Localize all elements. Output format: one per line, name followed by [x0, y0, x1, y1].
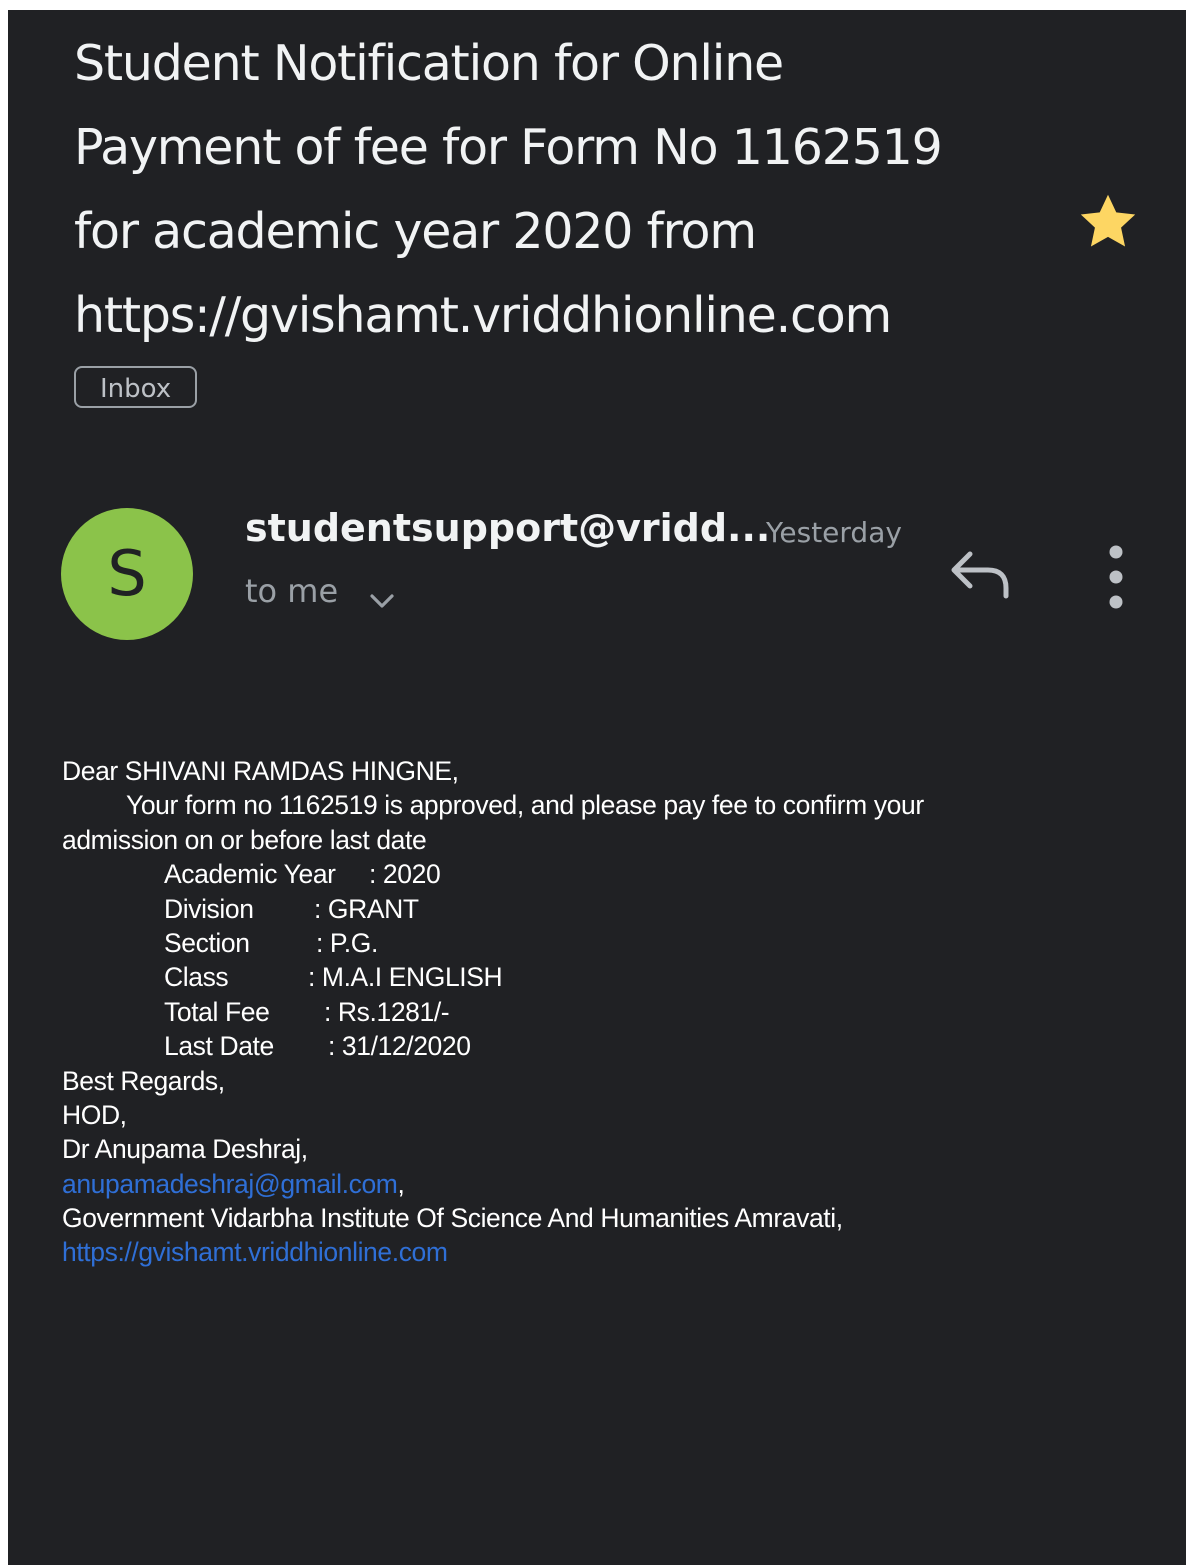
detail-row: Division : GRANT: [62, 892, 1162, 926]
reply-icon[interactable]: [946, 548, 1012, 600]
closing: Best Regards,: [62, 1065, 225, 1096]
detail-key: Last Date: [164, 1031, 274, 1062]
recipient-toggle[interactable]: to me: [245, 572, 338, 610]
email-view: Student Notification for Online Payment …: [8, 10, 1186, 1565]
email-subject: Student Notification for Online Payment …: [74, 22, 1054, 358]
more-options-icon[interactable]: [1098, 542, 1134, 612]
detail-value: : GRANT: [314, 893, 419, 924]
timestamp: Yesterday: [766, 516, 902, 549]
body-line: Your form no 1162519 is approved, and pl…: [126, 790, 924, 821]
detail-key: Division: [164, 893, 254, 924]
detail-value: : 2020: [369, 859, 441, 890]
subject-line: Payment of fee for Form No 1162519: [74, 119, 943, 176]
detail-key: Class: [164, 962, 229, 993]
detail-value: : P.G.: [316, 927, 378, 958]
detail-row: Total Fee : Rs.1281/-: [62, 995, 1162, 1029]
email-link[interactable]: anupamadeshraj@gmail.com: [62, 1169, 398, 1199]
star-icon[interactable]: [1076, 190, 1140, 254]
detail-value: : M.A.I ENGLISH: [308, 962, 503, 993]
detail-row: Last Date : 31/12/2020: [62, 1029, 1162, 1063]
detail-row: Class : M.A.I ENGLISH: [62, 960, 1162, 994]
email-suffix: ,: [397, 1168, 405, 1199]
detail-key: Section: [164, 927, 250, 958]
detail-key: Total Fee: [164, 996, 270, 1027]
subject-line: https://gvishamt.vriddhionline.com: [74, 287, 892, 344]
body-line: admission on or before last date: [62, 824, 427, 855]
chevron-down-icon[interactable]: [366, 590, 398, 614]
signature-email-row: anupamadeshraj@gmail.com,: [62, 1167, 1162, 1201]
subject-line: Student Notification for Online: [74, 35, 784, 92]
detail-value: : 31/12/2020: [328, 1031, 471, 1062]
greeting: Dear SHIVANI RAMDAS HINGNE,: [62, 756, 459, 786]
detail-value: : Rs.1281/-: [324, 996, 450, 1027]
detail-row: Section : P.G.: [62, 926, 1162, 960]
inbox-label-chip[interactable]: Inbox: [74, 366, 198, 408]
website-link[interactable]: https://gvishamt.vriddhionline.com: [62, 1235, 1162, 1269]
signature-institute: Government Vidarbha Institute Of Science…: [62, 1203, 843, 1234]
subject-line: for academic year 2020 from: [74, 203, 757, 260]
sender-address[interactable]: studentsupport@vridd...: [245, 506, 770, 550]
detail-key: Academic Year: [164, 859, 336, 890]
email-body: Dear SHIVANI RAMDAS HINGNE, Your form no…: [62, 754, 1162, 1270]
signature-name: Dr Anupama Deshraj,: [62, 1134, 308, 1165]
signature-role: HOD,: [62, 1099, 127, 1130]
detail-row: Academic Year : 2020: [62, 857, 1162, 891]
avatar[interactable]: S: [61, 508, 193, 640]
